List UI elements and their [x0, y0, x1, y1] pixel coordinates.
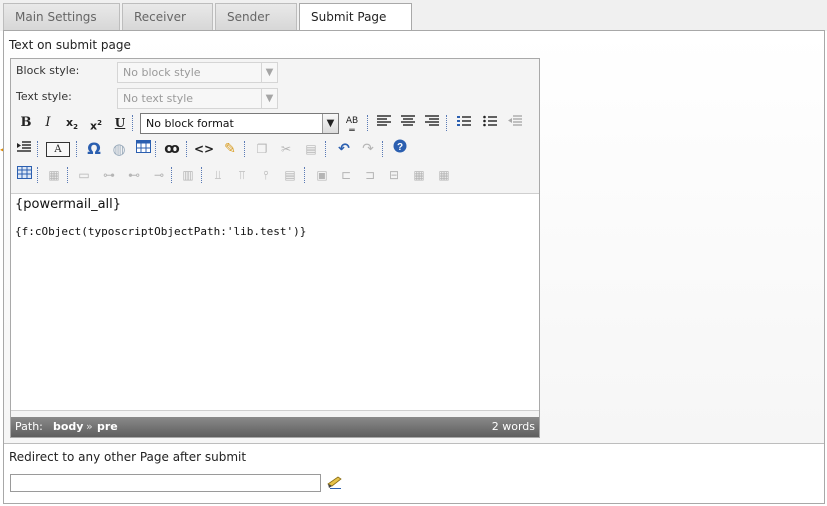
- align-right-icon[interactable]: [422, 113, 442, 133]
- toolbar-separator: [37, 141, 39, 157]
- table-properties-icon[interactable]: [14, 165, 34, 185]
- path-body-link[interactable]: body: [53, 417, 83, 437]
- cell-properties-icon[interactable]: ▣: [312, 165, 332, 185]
- path-label: Path:: [15, 420, 43, 433]
- tab-submit-page[interactable]: Submit Page: [299, 3, 412, 32]
- toolbar-row-3: ▦ ▭ ⊶ ⊷ ⊸ ▥ ⫫ ⫪ ⫯ ▤ ▣ ⊏ ⊐ ⊟ ▦ ▦: [14, 163, 538, 187]
- word-count: 2 words: [491, 420, 535, 433]
- globe-icon[interactable]: ◍: [109, 139, 129, 159]
- copy-icon[interactable]: ❐: [252, 139, 272, 159]
- toolbar-separator: [132, 115, 134, 131]
- cell-merge-icon[interactable]: ▦: [434, 165, 454, 185]
- toolbar-row-1: B I x2 x2 U No block format ▼ AB ═: [14, 111, 538, 136]
- italic-icon[interactable]: I: [38, 113, 58, 133]
- column-split-icon[interactable]: ▤: [280, 165, 300, 185]
- text-color-icon[interactable]: A: [44, 139, 72, 159]
- path-pre-link[interactable]: pre: [97, 417, 118, 437]
- toolbar-separator: [201, 167, 203, 183]
- rich-text-editor: Block style: No block style ▼ Text style…: [10, 58, 540, 438]
- clean-brush-icon[interactable]: ✎: [220, 139, 240, 159]
- tab-receiver[interactable]: Receiver: [122, 3, 213, 31]
- submit-text-section: Text on submit page Block style: No bloc…: [4, 31, 824, 443]
- subscript-icon[interactable]: x2: [62, 113, 82, 133]
- page-browser-icon[interactable]: [326, 474, 344, 490]
- toolbar-separator: [244, 141, 246, 157]
- column-insert-before-icon[interactable]: ⫫: [208, 165, 228, 185]
- cut-icon[interactable]: ✂: [276, 139, 296, 159]
- column-insert-after-icon[interactable]: ⫪: [232, 165, 252, 185]
- row-insert-after-icon[interactable]: ⊷: [124, 165, 144, 185]
- section-divider: [4, 443, 824, 444]
- toolbar-separator: [76, 141, 78, 157]
- block-style-label: Block style:: [16, 64, 80, 77]
- column-delete-icon[interactable]: ⫯: [256, 165, 276, 185]
- superscript-icon[interactable]: x2: [86, 113, 106, 133]
- table-icon[interactable]: [133, 139, 153, 159]
- chevron-down-icon: ▼: [322, 114, 338, 133]
- tab-sender[interactable]: Sender: [215, 3, 297, 31]
- column-properties-icon[interactable]: ▥: [178, 165, 198, 185]
- path-separator: »: [86, 420, 93, 433]
- toolbar-separator: [446, 115, 448, 131]
- html-source-icon[interactable]: <>: [194, 139, 214, 159]
- editor-content[interactable]: {powermail_all} {f:cObject(typoscriptObj…: [11, 193, 539, 411]
- toolbar-separator: [325, 141, 327, 157]
- text-style-value: No text style: [123, 92, 194, 105]
- outdent-icon[interactable]: [505, 113, 525, 133]
- submit-text-label: Text on submit page: [9, 38, 131, 52]
- row-insert-before-icon[interactable]: ⊶: [99, 165, 119, 185]
- indent-icon[interactable]: [14, 139, 34, 159]
- bold-icon[interactable]: B: [16, 113, 36, 133]
- redirect-page-input[interactable]: [10, 474, 321, 492]
- chevron-down-icon: ▼: [261, 63, 277, 82]
- submit-page-panel: Text on submit page Block style: No bloc…: [3, 30, 825, 504]
- block-format-value: No block format: [146, 117, 234, 130]
- svg-text:?: ?: [397, 142, 403, 153]
- cell-insert-before-icon[interactable]: ⊏: [336, 165, 356, 185]
- align-center-icon[interactable]: [398, 113, 418, 133]
- cell-split-icon[interactable]: ▦: [409, 165, 429, 185]
- toolbar-separator: [367, 115, 369, 131]
- paste-icon[interactable]: ▤: [301, 139, 321, 159]
- toolbar-separator: [155, 141, 157, 157]
- help-icon[interactable]: ?: [390, 139, 410, 159]
- tab-bar: Main Settings Receiver Sender Submit Pag…: [0, 0, 827, 32]
- toolbar-separator: [171, 167, 173, 183]
- toolbar-row-2: A Ω ◍ ꝏ <> ✎ ❐ ✂ ▤ ↶ ↷ ?: [14, 137, 538, 161]
- block-style-value: No block style: [123, 66, 201, 79]
- cell-insert-after-icon[interactable]: ⊐: [360, 165, 380, 185]
- content-line-cobject: {f:cObject(typoscriptObjectPath:'lib.tes…: [15, 225, 307, 238]
- toolbar-separator: [186, 141, 188, 157]
- tab-main-settings[interactable]: Main Settings: [3, 3, 120, 31]
- cell-delete-icon[interactable]: ⊟: [384, 165, 404, 185]
- block-format-select[interactable]: No block format ▼: [140, 113, 339, 134]
- undo-icon[interactable]: ↶: [334, 139, 354, 159]
- find-replace-icon[interactable]: ꝏ: [162, 139, 182, 159]
- abbreviation-icon[interactable]: AB ═: [342, 113, 362, 136]
- chevron-down-icon: ▼: [261, 89, 277, 108]
- redirect-label: Redirect to any other Page after submit: [9, 450, 247, 464]
- underline-icon[interactable]: U: [110, 113, 130, 133]
- toolbar-separator: [37, 167, 39, 183]
- toolbar-separator: [67, 167, 69, 183]
- unordered-list-icon[interactable]: [480, 113, 500, 133]
- content-line-powermail: {powermail_all}: [15, 197, 122, 212]
- ordered-list-icon[interactable]: [454, 113, 474, 133]
- omega-icon[interactable]: Ω: [84, 139, 104, 159]
- toolbar-separator: [304, 167, 306, 183]
- row-insert-icon[interactable]: ▭: [74, 165, 94, 185]
- toolbar-separator: [382, 141, 384, 157]
- row-properties-icon[interactable]: ▦: [44, 165, 64, 185]
- redo-icon[interactable]: ↷: [358, 139, 378, 159]
- align-left-icon[interactable]: [374, 113, 394, 133]
- block-style-select[interactable]: No block style ▼: [117, 62, 278, 83]
- row-delete-icon[interactable]: ⊸: [149, 165, 169, 185]
- text-style-select[interactable]: No text style ▼: [117, 88, 278, 109]
- rte-status-bar: Path: body » pre 2 words: [11, 417, 539, 437]
- text-style-label: Text style:: [16, 90, 72, 103]
